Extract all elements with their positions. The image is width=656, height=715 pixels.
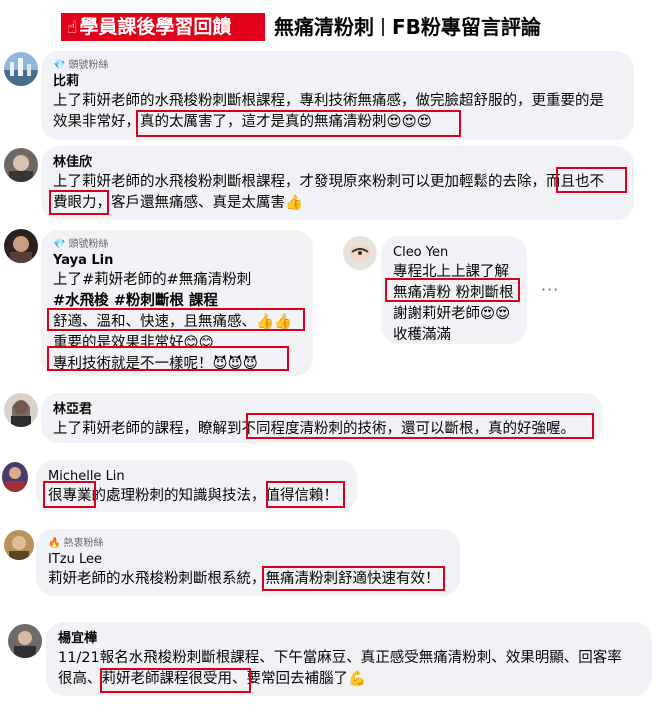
comment-text-line: 專程北上上課了解: [393, 264, 509, 280]
comment-text-line: 收穫滿滿: [393, 327, 451, 343]
commenter-name[interactable]: 林佳欣: [53, 154, 622, 172]
avatar[interactable]: [343, 236, 377, 270]
comment-text-line: 重要的是效果非常好😊😊: [53, 335, 214, 351]
comment-text-line: 無痛清粉 粉刺斷根: [393, 285, 514, 301]
avatar[interactable]: [4, 148, 38, 182]
fan-badge: 💎 頭號粉絲: [53, 239, 109, 250]
comment-text-line: 上了莉妍老師的水飛梭粉刺斷根課程，專利技術無痛感，做完臉超舒服的，更重要的是: [53, 93, 604, 109]
comment-text-line: 上了#莉妍老師的#無痛清粉刺: [53, 272, 252, 288]
avatar[interactable]: [4, 52, 38, 86]
comment-bubble: 楊宜樺 11/21報名水飛梭粉刺斷根課程、下午當麻豆、真正感受無痛清粉刺、效果明…: [46, 622, 652, 696]
commenter-name[interactable]: 林亞君: [53, 401, 591, 419]
fire-icon: 🔥: [48, 538, 61, 549]
page-header: ☝ 學員課後學習回饋 無痛清粉刺 FB粉專留言評論: [0, 0, 656, 50]
avatar[interactable]: [4, 530, 34, 560]
comment-text-line: 上了莉妍老師的水飛梭粉刺斷根課程，才發現原來粉刺可以更加輕鬆的去除，而且也不: [53, 174, 604, 190]
comment-bubble: 💎 頭號粉絲 Yaya Lin 上了#莉妍老師的#無痛清粉刺 #水飛梭 #粉刺斷根…: [41, 230, 313, 376]
comment-text-line: 上了莉妍老師的課程，瞭解到不同程度清粉刺的技術，還可以斷根，真的好強喔。: [53, 421, 575, 437]
comment-bubble: 林佳欣 上了莉妍老師的水飛梭粉刺斷根課程，才發現原來粉刺可以更加輕鬆的去除，而且…: [41, 146, 634, 220]
commenter-name[interactable]: Michelle Lin: [48, 468, 345, 486]
fan-badge: 💎 頭號粉絲: [53, 60, 109, 71]
diamond-icon: 💎: [53, 60, 66, 71]
commenter-name[interactable]: Cleo Yen: [393, 244, 515, 262]
header-title-right: FB粉專留言評論: [392, 15, 541, 39]
comment-text-line: 莉妍老師的水飛梭粉刺斷根系統，無痛清粉刺舒適快速有效！: [48, 571, 440, 587]
header-divider: [382, 18, 384, 36]
commenter-name[interactable]: 楊宜樺: [58, 630, 640, 648]
comment-text-line: 專利技術就是不一樣呢！😈😈😈: [53, 356, 258, 372]
comment-text-line: 11/21報名水飛梭粉刺斷根課程、下午當麻豆、真正感受無痛清粉刺、效果明顯、回客…: [58, 650, 622, 666]
comment-bubble: 🔥 熱衷粉絲 ITzu Lee 莉妍老師的水飛梭粉刺斷根系統，無痛清粉刺舒適快速有…: [36, 529, 460, 596]
commenter-name[interactable]: ITzu Lee: [48, 551, 448, 569]
comment-text-line: 很專業的處理粉刺的知識與技法，值得信賴！: [48, 488, 338, 504]
fan-badge: 🔥 熱衷粉絲: [48, 538, 104, 549]
commenter-name[interactable]: Yaya Lin: [53, 252, 301, 270]
comment-bubble: Cleo Yen 專程北上上課了解 無痛清粉 粉刺斷根 謝謝莉妍老師😍😍 收穫滿…: [381, 236, 527, 344]
comment-text-line: 費眼力，客戶還無痛感、真是太厲害👍: [53, 195, 304, 211]
header-title: 無痛清粉刺 FB粉專留言評論: [274, 12, 541, 42]
header-title-left: 無痛清粉刺: [274, 15, 374, 39]
comment-bubble: 💎 頭號粉絲 比莉 上了莉妍老師的水飛梭粉刺斷根課程，專利技術無痛感，做完臉超舒服…: [41, 51, 634, 140]
comment-bubble: 林亞君 上了莉妍老師的課程，瞭解到不同程度清粉刺的技術，還可以斷根，真的好強喔。: [41, 393, 603, 443]
header-badge-text: 學員課後學習回饋: [79, 16, 232, 38]
avatar[interactable]: [4, 229, 38, 263]
avatar[interactable]: [4, 393, 38, 427]
commenter-name[interactable]: 比莉: [53, 73, 622, 91]
header-badge: ☝ 學員課後學習回饋: [61, 13, 265, 41]
comment-text-line: 謝謝莉妍老師😍😍: [393, 306, 511, 322]
comment-text-line: #水飛梭 #粉刺斷根 課程: [53, 293, 218, 309]
avatar[interactable]: [8, 624, 42, 658]
diamond-icon: 💎: [53, 239, 66, 250]
comment-text-line: 效果非常好，真的太厲害了，這才是真的無痛清粉刺😍😍😍: [53, 114, 432, 130]
avatar[interactable]: [2, 462, 28, 492]
comment-text-line: 很高、莉妍老師課程很受用、要常回去補腦了💪: [58, 671, 367, 687]
pointing-hand-icon: ☝: [67, 18, 78, 38]
comment-bubble: Michelle Lin 很專業的處理粉刺的知識與技法，值得信賴！: [36, 460, 357, 512]
more-options-icon[interactable]: ···: [541, 280, 559, 299]
comment-text-line: 舒適、溫和、快速，且無痛感、👍👍: [53, 314, 293, 330]
